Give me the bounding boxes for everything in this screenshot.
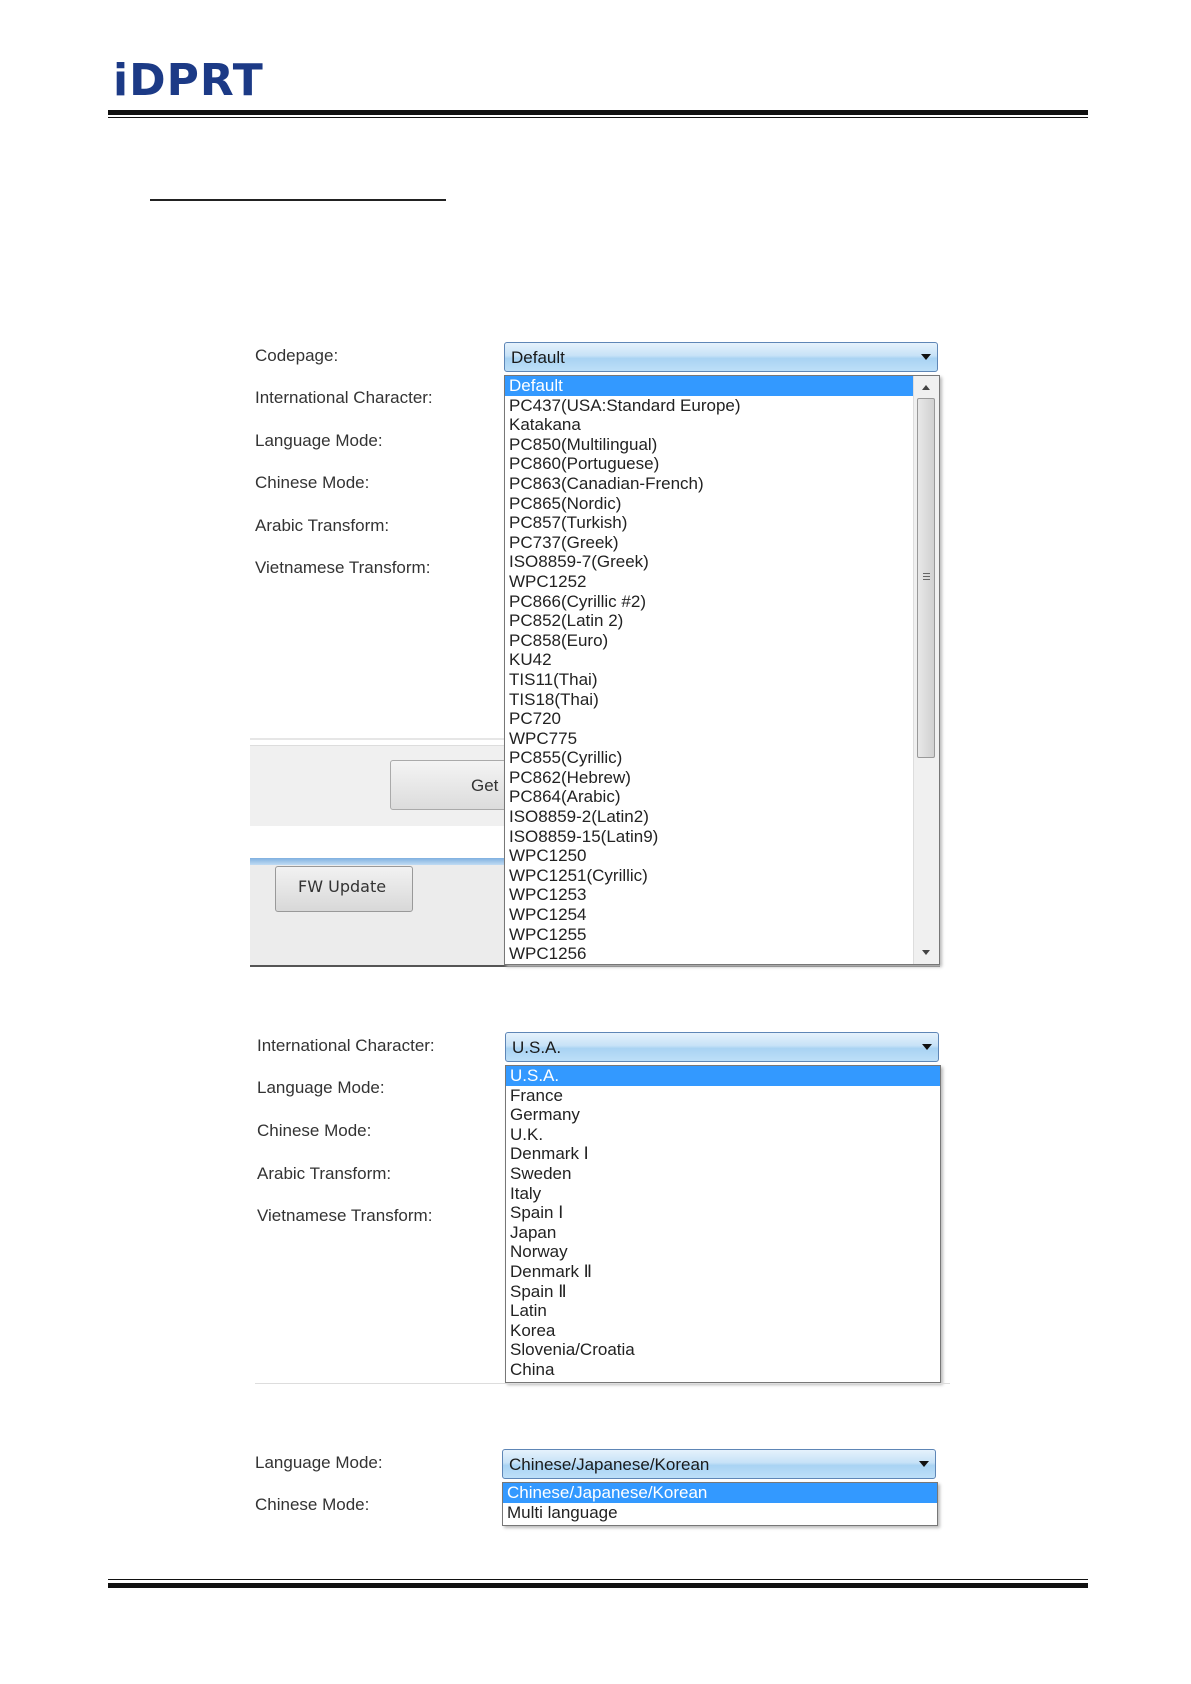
chevron-down-icon[interactable] bbox=[921, 354, 931, 360]
dropdown-option[interactable]: PC858(Euro) bbox=[505, 631, 913, 651]
dropdown-option[interactable]: WPC1250 bbox=[505, 846, 913, 866]
dropdown-option[interactable]: Chinese/Japanese/Korean bbox=[503, 1483, 937, 1503]
get-button-label: Get bbox=[471, 776, 499, 795]
language-mode-label: Language Mode: bbox=[255, 431, 383, 450]
international-character-label: International Character: bbox=[257, 1036, 435, 1055]
dropdown-option[interactable]: WPC1252 bbox=[505, 572, 913, 592]
dropdown-option[interactable]: Multi language bbox=[503, 1503, 937, 1523]
chinese-mode-label: Chinese Mode: bbox=[255, 1495, 370, 1514]
logo-text: iDPRT bbox=[113, 55, 264, 106]
dropdown-option[interactable]: PC437(USA:Standard Europe) bbox=[505, 396, 913, 416]
scroll-up-arrow-icon[interactable] bbox=[922, 385, 930, 390]
panel-divider bbox=[250, 738, 505, 740]
dropdown-option[interactable]: PC850(Multilingual) bbox=[505, 435, 913, 455]
dropdown-option[interactable]: France bbox=[506, 1086, 940, 1106]
dropdown-option[interactable]: WPC1251(Cyrillic) bbox=[505, 866, 913, 886]
separator-line bbox=[255, 1383, 950, 1384]
dropdown-option[interactable]: TIS11(Thai) bbox=[505, 670, 913, 690]
chevron-down-icon[interactable] bbox=[919, 1461, 929, 1467]
footer-rule bbox=[108, 1583, 1088, 1588]
chevron-down-icon[interactable] bbox=[922, 1044, 932, 1050]
arabic-transform-label: Arabic Transform: bbox=[257, 1164, 392, 1183]
dropdown-option[interactable]: Slovenia/Croatia bbox=[506, 1340, 940, 1360]
scrollbar[interactable] bbox=[913, 376, 939, 964]
chinese-mode-label: Chinese Mode: bbox=[255, 473, 370, 492]
dropdown-option[interactable]: PC863(Canadian-French) bbox=[505, 474, 913, 494]
dropdown-option[interactable]: U.K. bbox=[506, 1125, 940, 1145]
get-button[interactable]: Get bbox=[390, 760, 510, 810]
panel-bottom-edge bbox=[250, 965, 940, 967]
header-rule-thin bbox=[108, 117, 1088, 118]
language-mode-select[interactable]: Chinese/Japanese/Korean bbox=[502, 1449, 936, 1479]
international-character-value: U.S.A. bbox=[512, 1038, 562, 1057]
codepage-select[interactable]: Default bbox=[504, 342, 938, 372]
dropdown-option[interactable]: PC857(Turkish) bbox=[505, 513, 913, 533]
footer-rule-thin bbox=[108, 1579, 1088, 1580]
language-mode-value: Chinese/Japanese/Korean bbox=[509, 1455, 710, 1474]
dropdown-option[interactable]: PC866(Cyrillic #2) bbox=[505, 592, 913, 612]
arabic-transform-label: Arabic Transform: bbox=[255, 516, 390, 535]
dropdown-option[interactable]: WPC1255 bbox=[505, 925, 913, 945]
dropdown-option[interactable]: U.S.A. bbox=[506, 1066, 940, 1086]
fw-update-button[interactable]: FW Update bbox=[275, 866, 413, 912]
header-rule bbox=[108, 110, 1088, 115]
dropdown-option[interactable]: China bbox=[506, 1360, 940, 1380]
dropdown-option[interactable]: PC862(Hebrew) bbox=[505, 768, 913, 788]
dropdown-option[interactable]: ISO8859-15(Latin9) bbox=[505, 827, 913, 847]
language-mode-label: Language Mode: bbox=[255, 1453, 383, 1472]
dropdown-option[interactable]: Korea bbox=[506, 1321, 940, 1341]
dropdown-option[interactable]: WPC1253 bbox=[505, 885, 913, 905]
dropdown-option[interactable]: Denmark Ⅰ bbox=[506, 1144, 940, 1164]
dropdown-option[interactable]: PC860(Portuguese) bbox=[505, 454, 913, 474]
dropdown-option[interactable]: PC737(Greek) bbox=[505, 533, 913, 553]
codepage-select-value: Default bbox=[511, 348, 565, 367]
vietnamese-transform-label: Vietnamese Transform: bbox=[257, 1206, 433, 1225]
language-mode-label: Language Mode: bbox=[257, 1078, 385, 1097]
dropdown-option[interactable]: PC720 bbox=[505, 709, 913, 729]
dropdown-option[interactable]: ISO8859-2(Latin2) bbox=[505, 807, 913, 827]
international-character-dropdown-list[interactable]: U.S.A. France Germany U.K. Denmark Ⅰ Sweden It… bbox=[505, 1065, 941, 1383]
dropdown-option[interactable]: Norway bbox=[506, 1242, 940, 1262]
language-mode-dropdown-list[interactable]: Chinese/Japanese/Korean Multi language bbox=[502, 1482, 938, 1526]
dropdown-option[interactable]: PC852(Latin 2) bbox=[505, 611, 913, 631]
dropdown-option[interactable]: Sweden bbox=[506, 1164, 940, 1184]
vietnamese-transform-label: Vietnamese Transform: bbox=[255, 558, 431, 577]
dropdown-option[interactable]: TIS18(Thai) bbox=[505, 690, 913, 710]
codepage-dropdown-list[interactable]: Default PC437(USA:Standard Europe) Katakan… bbox=[504, 375, 940, 965]
dropdown-option[interactable]: ISO8859-7(Greek) bbox=[505, 552, 913, 572]
dropdown-option[interactable]: Germany bbox=[506, 1105, 940, 1125]
scroll-thumb[interactable] bbox=[917, 398, 935, 758]
dropdown-option[interactable]: WPC1256 bbox=[505, 944, 913, 964]
dropdown-option[interactable]: KU42 bbox=[505, 650, 913, 670]
dropdown-option[interactable]: Denmark Ⅱ bbox=[506, 1262, 940, 1282]
fw-update-label: FW Update bbox=[298, 877, 387, 896]
dropdown-option[interactable]: PC864(Arabic) bbox=[505, 787, 913, 807]
dropdown-option[interactable]: Katakana bbox=[505, 415, 913, 435]
international-character-label: International Character: bbox=[255, 388, 433, 407]
dropdown-option[interactable]: WPC1254 bbox=[505, 905, 913, 925]
dropdown-option[interactable]: Spain Ⅰ bbox=[506, 1203, 940, 1223]
dropdown-option[interactable]: PC865(Nordic) bbox=[505, 494, 913, 514]
dropdown-option[interactable]: Spain Ⅱ bbox=[506, 1282, 940, 1302]
section-heading-underline bbox=[150, 199, 446, 201]
dropdown-option[interactable]: WPC775 bbox=[505, 729, 913, 749]
dropdown-option[interactable]: PC855(Cyrillic) bbox=[505, 748, 913, 768]
dropdown-option[interactable]: Latin bbox=[506, 1301, 940, 1321]
chinese-mode-label: Chinese Mode: bbox=[257, 1121, 372, 1140]
scroll-down-arrow-icon[interactable] bbox=[922, 950, 930, 955]
codepage-label: Codepage: bbox=[255, 346, 339, 365]
dropdown-option[interactable]: Italy bbox=[506, 1184, 940, 1204]
idprt-logo: iDPRT bbox=[113, 55, 264, 106]
dropdown-option[interactable]: Default bbox=[505, 376, 913, 396]
dropdown-option[interactable]: Japan bbox=[506, 1223, 940, 1243]
international-character-select[interactable]: U.S.A. bbox=[505, 1032, 939, 1062]
